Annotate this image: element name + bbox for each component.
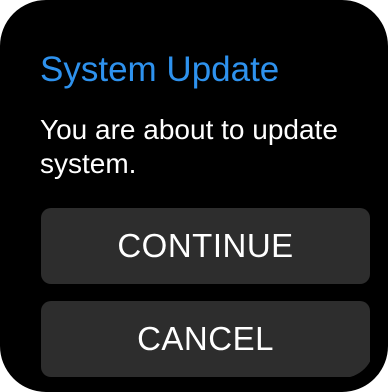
dialog-message: You are about to update system. — [40, 114, 338, 179]
watch-screen: System Update You are about to update sy… — [0, 0, 388, 392]
dialog-title: System Update — [40, 50, 280, 89]
continue-button[interactable]: CONTINUE — [41, 208, 370, 284]
cancel-button[interactable]: CANCEL — [41, 301, 370, 377]
